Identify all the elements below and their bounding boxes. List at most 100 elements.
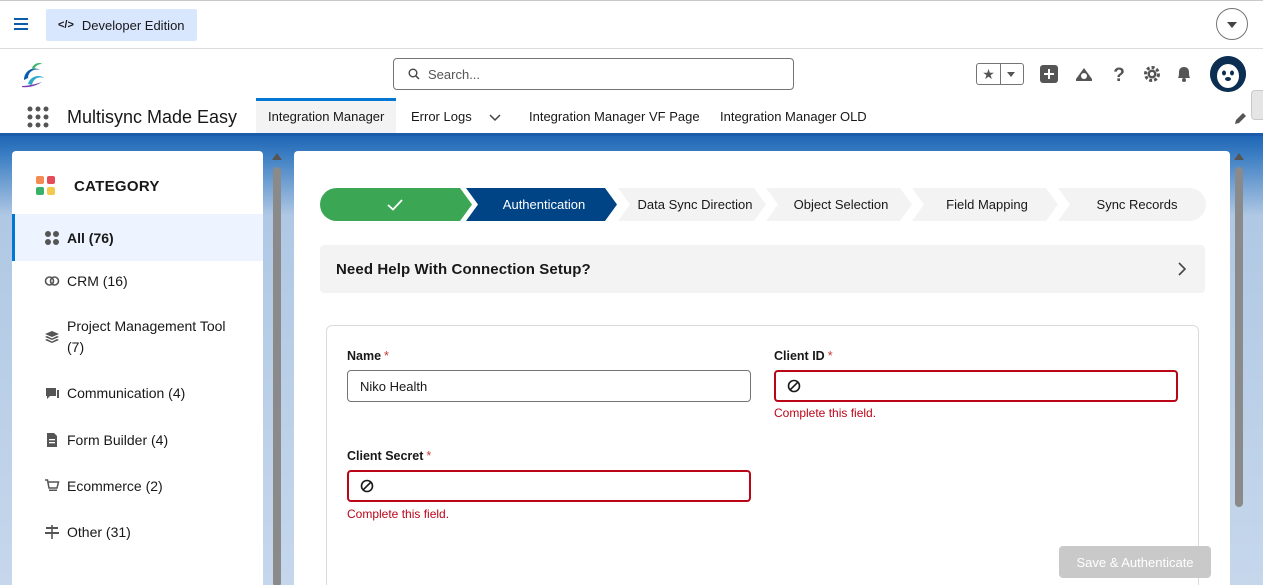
category-label: Communication (4) bbox=[67, 385, 186, 401]
badge-label: Developer Edition bbox=[81, 17, 185, 33]
side-panel-tab[interactable] bbox=[1251, 90, 1263, 120]
user-avatar[interactable] bbox=[1210, 56, 1246, 92]
favorites-dropdown-icon[interactable] bbox=[1001, 64, 1023, 84]
connection-help-section[interactable]: Need Help With Connection Setup? bbox=[320, 245, 1205, 293]
category-label: CRM (16) bbox=[67, 273, 128, 289]
svg-text:?: ? bbox=[1113, 65, 1125, 84]
client-id-error: Complete this field. bbox=[774, 406, 877, 420]
client-secret-label: Client Secret * bbox=[347, 449, 431, 463]
favorites-button[interactable]: ★ bbox=[976, 63, 1024, 85]
path-step-label: Authentication bbox=[502, 197, 586, 212]
category-title: CATEGORY bbox=[74, 177, 160, 195]
client-id-field bbox=[774, 370, 1178, 402]
tab-integration-manager[interactable]: Integration Manager bbox=[256, 98, 397, 133]
tab-label: Integration Manager bbox=[268, 109, 385, 124]
top-bar: </> Developer Edition bbox=[0, 0, 1263, 49]
category-label: Ecommerce (2) bbox=[67, 478, 163, 494]
client-secret-label-text: Client Secret bbox=[347, 449, 424, 463]
form-icon bbox=[47, 433, 57, 447]
category-item-project-management-tool[interactable]: Project Management Tool (7) bbox=[12, 313, 263, 361]
menu-icon[interactable] bbox=[14, 18, 28, 30]
required-mark: * bbox=[827, 349, 833, 363]
path-step-label: Field Mapping bbox=[946, 197, 1028, 212]
tab-label: Integration Manager OLD bbox=[720, 109, 867, 124]
category-item-form-builder[interactable]: Form Builder (4) bbox=[12, 420, 263, 460]
required-mark: * bbox=[426, 449, 432, 463]
scrollbar-thumb[interactable] bbox=[1235, 167, 1243, 507]
tab-label: Integration Manager VF Page bbox=[529, 109, 700, 124]
tab-integration-manager-old[interactable]: Integration Manager OLD bbox=[708, 98, 879, 133]
scroll-up-arrow-icon[interactable] bbox=[272, 153, 282, 160]
global-header: Search... ★ ? bbox=[0, 50, 1263, 98]
client-id-label-text: Client ID bbox=[774, 349, 825, 363]
path-step-object-selection[interactable]: Object Selection bbox=[762, 188, 912, 221]
chat-icon bbox=[46, 388, 59, 399]
category-item-other[interactable]: Other (31) bbox=[12, 512, 263, 552]
error-icon bbox=[360, 479, 374, 493]
client-id-label: Client ID * bbox=[774, 349, 833, 363]
app-logo bbox=[22, 63, 44, 88]
path-step-label: Data Sync Direction bbox=[637, 197, 753, 212]
cart-icon bbox=[45, 479, 60, 491]
star-icon[interactable]: ★ bbox=[977, 64, 1001, 84]
category-header: CATEGORY bbox=[36, 176, 160, 196]
path-step-field-mapping[interactable]: Field Mapping bbox=[908, 188, 1058, 221]
app-navigation-bar: Multisync Made Easy Integration Manager … bbox=[0, 98, 1263, 136]
scroll-up-arrow-icon[interactable] bbox=[1234, 153, 1244, 160]
name-label-text: Name bbox=[347, 349, 382, 363]
error-icon bbox=[787, 379, 801, 393]
category-sidebar: CATEGORY All (76) CRM (16) Project Manag… bbox=[12, 151, 263, 585]
crm-icon bbox=[44, 276, 60, 286]
category-item-ecommerce[interactable]: Ecommerce (2) bbox=[12, 466, 263, 506]
signpost-icon bbox=[45, 525, 59, 539]
progress-path: Authentication Data Sync Direction Objec… bbox=[320, 188, 1206, 221]
chevron-down-icon[interactable] bbox=[489, 114, 501, 122]
main-scrollbar[interactable] bbox=[1233, 151, 1245, 585]
category-label: All (76) bbox=[67, 229, 114, 246]
help-icon[interactable]: ? bbox=[1109, 64, 1129, 84]
trailhead-icon[interactable] bbox=[1074, 64, 1094, 84]
grid-icon bbox=[45, 230, 59, 245]
developer-edition-badge[interactable]: </> Developer Edition bbox=[46, 9, 197, 41]
path-step-complete[interactable] bbox=[320, 188, 472, 221]
path-step-sync-records[interactable]: Sync Records bbox=[1054, 188, 1206, 221]
category-item-all[interactable]: All (76) bbox=[12, 214, 263, 261]
category-item-crm[interactable]: CRM (16) bbox=[12, 261, 263, 301]
path-step-authentication[interactable]: Authentication bbox=[463, 188, 617, 221]
client-id-input[interactable] bbox=[774, 370, 1178, 402]
code-icon: </> bbox=[58, 19, 74, 31]
check-icon bbox=[387, 198, 403, 211]
category-label: Project Management Tool (7) bbox=[67, 318, 226, 355]
notification-bell-icon[interactable] bbox=[1174, 64, 1194, 84]
authentication-form: Name* Client ID* Complete this field. Cl… bbox=[326, 325, 1211, 585]
tab-integration-manager-vf-page[interactable]: Integration Manager VF Page bbox=[517, 98, 712, 133]
client-secret-input[interactable] bbox=[347, 470, 751, 502]
gear-icon[interactable] bbox=[1142, 64, 1162, 84]
layers-icon bbox=[45, 331, 59, 343]
edit-nav-icon[interactable] bbox=[1233, 112, 1247, 126]
client-secret-field bbox=[347, 470, 751, 502]
setup-menu-dropdown[interactable] bbox=[1216, 8, 1248, 40]
search-input[interactable]: Search... bbox=[393, 58, 794, 90]
category-label: Form Builder (4) bbox=[67, 432, 169, 448]
help-title: Need Help With Connection Setup? bbox=[336, 261, 591, 278]
search-placeholder: Search... bbox=[428, 66, 481, 82]
category-label: Other (31) bbox=[67, 524, 131, 540]
save-and-authenticate-button[interactable]: Save & Authenticate bbox=[1059, 546, 1211, 578]
path-step-label: Sync Records bbox=[1096, 197, 1178, 212]
chevron-right-icon[interactable] bbox=[1177, 262, 1187, 276]
path-step-label: Object Selection bbox=[793, 197, 889, 212]
category-item-communication[interactable]: Communication (4) bbox=[12, 373, 263, 413]
app-launcher-icon[interactable] bbox=[27, 106, 49, 128]
client-secret-error: Complete this field. bbox=[347, 507, 450, 521]
category-icon bbox=[36, 176, 55, 195]
search-icon bbox=[408, 68, 420, 80]
add-icon[interactable] bbox=[1039, 64, 1059, 84]
sidebar-scrollbar[interactable] bbox=[272, 151, 282, 585]
path-step-data-sync-direction[interactable]: Data Sync Direction bbox=[614, 188, 766, 221]
name-input[interactable] bbox=[347, 370, 751, 402]
main-panel: Authentication Data Sync Direction Objec… bbox=[294, 151, 1230, 585]
tab-error-logs[interactable]: Error Logs bbox=[399, 98, 513, 133]
app-name: Multisync Made Easy bbox=[67, 107, 238, 127]
scrollbar-thumb[interactable] bbox=[273, 167, 281, 585]
